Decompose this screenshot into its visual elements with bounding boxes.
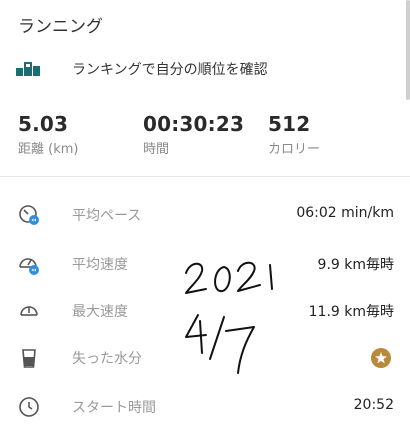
ranking-label: ランキングで自分の順位を確認 <box>72 62 268 78</box>
max-speed-gauge-icon <box>20 306 38 316</box>
scroll-indicator <box>406 0 410 100</box>
time-label: 時間 <box>143 142 170 157</box>
pace-gauge-icon <box>19 205 39 225</box>
distance-value: 5.03 <box>18 112 69 136</box>
max-speed-value: 11.9 km毎時 <box>308 304 394 320</box>
stat-time: 00:30:23 時間 <box>143 112 244 157</box>
divider <box>0 176 410 177</box>
summary-stats: 5.03 距離 (km) 00:30:23 時間 512 カロリー <box>0 112 400 162</box>
water-lost-label: 失った水分 <box>72 351 142 367</box>
max-speed-label: 最大速度 <box>72 304 128 320</box>
podium-icon <box>16 62 40 76</box>
ranking-row[interactable]: ランキングで自分の順位を確認 <box>0 52 400 86</box>
page-title: ランニング <box>18 17 103 37</box>
speed-gauge-icon <box>19 258 39 275</box>
handwritten-date: 2021 <box>185 261 273 374</box>
stat-calories: 512 カロリー <box>268 112 320 157</box>
metric-row-start-time: スタート時間 20:52 <box>0 387 410 427</box>
start-time-value: 20:52 <box>353 397 394 413</box>
clock-icon <box>19 397 39 417</box>
distance-label: 距離 (km) <box>18 142 79 157</box>
avg-speed-label: 平均速度 <box>72 257 128 273</box>
avg-pace-label: 平均ペース <box>72 208 142 224</box>
premium-star-icon[interactable] <box>370 347 392 369</box>
start-time-label: スタート時間 <box>72 400 156 416</box>
avg-speed-value: 9.9 km毎時 <box>317 257 394 273</box>
calories-value: 512 <box>268 112 311 136</box>
water-cup-icon <box>22 349 36 368</box>
metric-row-avg-pace: 平均ペース 06:02 min/km <box>0 195 410 235</box>
time-value: 00:30:23 <box>143 112 245 136</box>
avg-pace-value: 06:02 min/km <box>296 205 394 221</box>
stat-distance: 5.03 距離 (km) <box>18 112 78 157</box>
calories-label: カロリー <box>268 142 321 157</box>
